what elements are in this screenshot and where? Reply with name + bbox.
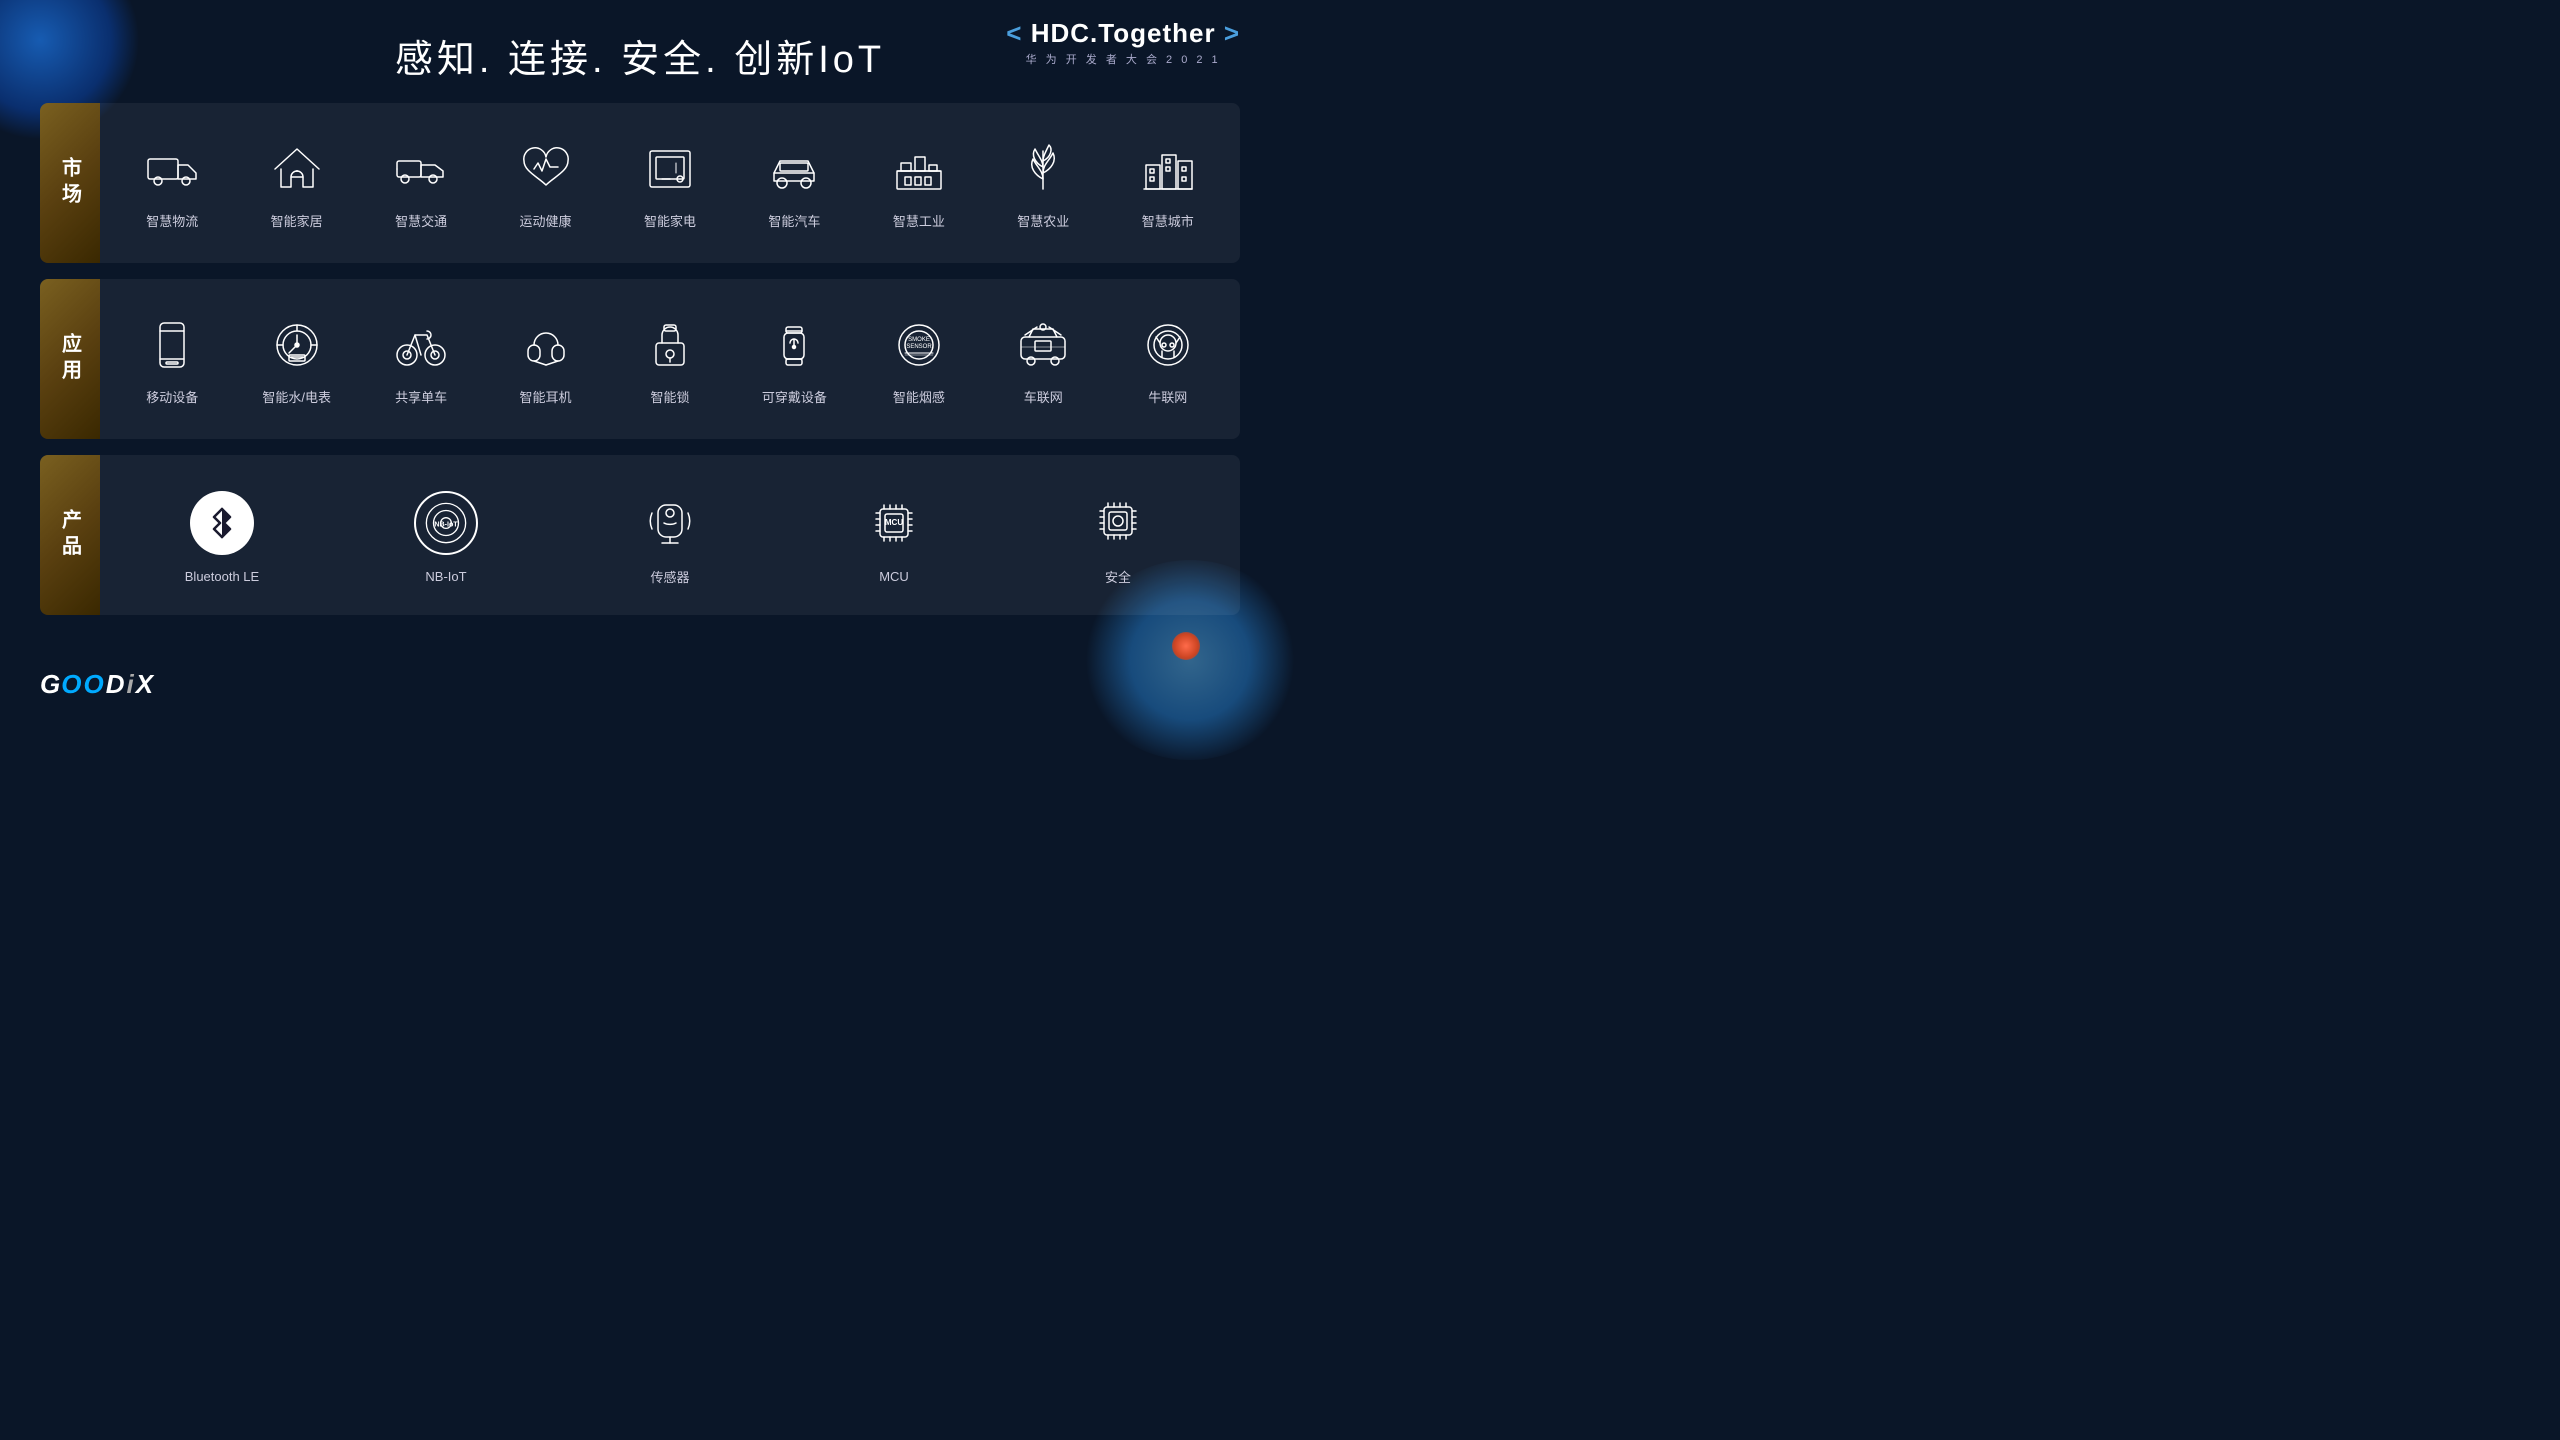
icon-health [514,137,578,201]
goodix-logo-area: GOODiX [40,668,155,700]
goodix-logo: GOODiX [40,668,155,700]
hdc-logo-text: < HDC.Together > [1006,18,1240,49]
item-mcu: MCU MCU [782,479,1006,592]
label-city: 智慧城市 [1142,211,1194,230]
item-smoke: SMOKESENSOR 智能烟感 [857,305,981,414]
icon-wheat [1011,137,1075,201]
row-label-app: 应用 [40,279,100,439]
row-label-market-text: 市场 [56,157,85,209]
label-bike: 共享单车 [395,387,447,406]
label-bluetooth: Bluetooth LE [185,569,259,584]
item-bluetooth: Bluetooth LE [110,479,334,592]
label-logistics: 智慧物流 [146,211,198,230]
item-vehiclenet: 车联网 [981,305,1105,414]
label-nbiot: NB-IoT [425,569,466,584]
icon-truck [140,137,204,201]
label-industry: 智慧工业 [893,211,945,230]
main-title: 感知. 连接. 安全. 创新IoT [395,28,885,83]
label-health: 运动健康 [520,211,572,230]
label-sensor: 传感器 [650,567,689,586]
label-appliance: 智能家电 [644,211,696,230]
icon-cattle [1136,313,1200,377]
content-area: 市场 智慧物流 智能家居 智慧交通 [0,83,1280,641]
svg-text:SMOKE: SMOKE [908,337,930,343]
row-label-market: 市场 [40,103,100,263]
label-wearable: 可穿戴设备 [762,387,827,406]
row-product: 产品 Bluetooth LE [40,455,1240,615]
row-items-product: Bluetooth LE NB-IoT NB-IoT [100,455,1240,615]
icon-security [1082,485,1154,557]
item-lock: 智能锁 [608,305,732,414]
icon-traffic [389,137,453,201]
item-appliance: 智能家电 [608,129,732,238]
bracket-left: < [1006,18,1022,48]
label-traffic: 智慧交通 [395,211,447,230]
icon-home [265,137,329,201]
item-earphone: 智能耳机 [483,305,607,414]
header: 感知. 连接. 安全. 创新IoT < HDC.Together > 华 为 开… [0,0,1280,83]
label-mobile: 移动设备 [146,387,198,406]
item-mobile: 移动设备 [110,305,234,414]
icon-appliance [638,137,702,201]
icon-phone [140,313,204,377]
icon-city [1136,137,1200,201]
item-traffic: 智慧交通 [359,129,483,238]
item-auto: 智能汽车 [732,129,856,238]
icon-watch [762,313,826,377]
svg-text:SENSOR: SENSOR [906,344,932,350]
icon-factory [887,137,951,201]
hdc-brand-text: HDC.Together [1031,18,1216,48]
label-security: 安全 [1105,567,1131,586]
hdc-sub-text: 华 为 开 发 者 大 会 2 0 2 1 [1006,51,1240,67]
svg-text:MCU: MCU [885,518,903,527]
hdc-logo: < HDC.Together > 华 为 开 发 者 大 会 2 0 2 1 [1006,18,1240,67]
item-meter: 智能水/电表 [234,305,358,414]
label-cattle: 牛联网 [1148,387,1187,406]
item-smarthome: 智能家居 [234,129,358,238]
item-wearable: 可穿戴设备 [732,305,856,414]
item-bike: 共享单车 [359,305,483,414]
row-market: 市场 智慧物流 智能家居 智慧交通 [40,103,1240,263]
icon-nbiot: NB-IoT [410,487,482,559]
row-items-market: 智慧物流 智能家居 智慧交通 运动健康 [100,103,1240,263]
icon-smoke: SMOKESENSOR [887,313,951,377]
item-sensor: 传感器 [558,477,782,594]
icon-lock [638,313,702,377]
row-label-product: 产品 [40,455,100,615]
label-agri: 智慧农业 [1017,211,1069,230]
icon-mcu: MCU [858,487,930,559]
row-items-app: 移动设备 智能水/电表 共享单车 智能耳机 [100,279,1240,439]
icon-bluetooth [186,487,258,559]
icon-sensor [634,485,706,557]
bracket-right: > [1224,18,1240,48]
label-lock: 智能锁 [650,387,689,406]
row-application: 应用 移动设备 智能水/电表 共享单车 [40,279,1240,439]
item-nbiot: NB-IoT NB-IoT [334,479,558,592]
label-auto: 智能汽车 [768,211,820,230]
row-label-product-text: 产品 [56,509,85,561]
label-mcu: MCU [879,569,909,584]
label-meter: 智能水/电表 [262,387,331,406]
label-earphone: 智能耳机 [520,387,572,406]
item-agri: 智慧农业 [981,129,1105,238]
item-health: 运动健康 [483,129,607,238]
icon-bike [389,313,453,377]
item-security: 安全 [1006,477,1230,594]
svg-text:NB-IoT: NB-IoT [434,520,458,528]
label-smoke: 智能烟感 [893,387,945,406]
icon-meter [265,313,329,377]
icon-car [762,137,826,201]
label-smarthome: 智能家居 [271,211,323,230]
icon-earphone [514,313,578,377]
item-city: 智慧城市 [1106,129,1230,238]
item-industry: 智慧工业 [857,129,981,238]
item-logistics: 智慧物流 [110,129,234,238]
item-cattle: 牛联网 [1106,305,1230,414]
label-vehiclenet: 车联网 [1024,387,1063,406]
row-label-app-text: 应用 [56,333,85,385]
icon-vehiclenet [1011,313,1075,377]
